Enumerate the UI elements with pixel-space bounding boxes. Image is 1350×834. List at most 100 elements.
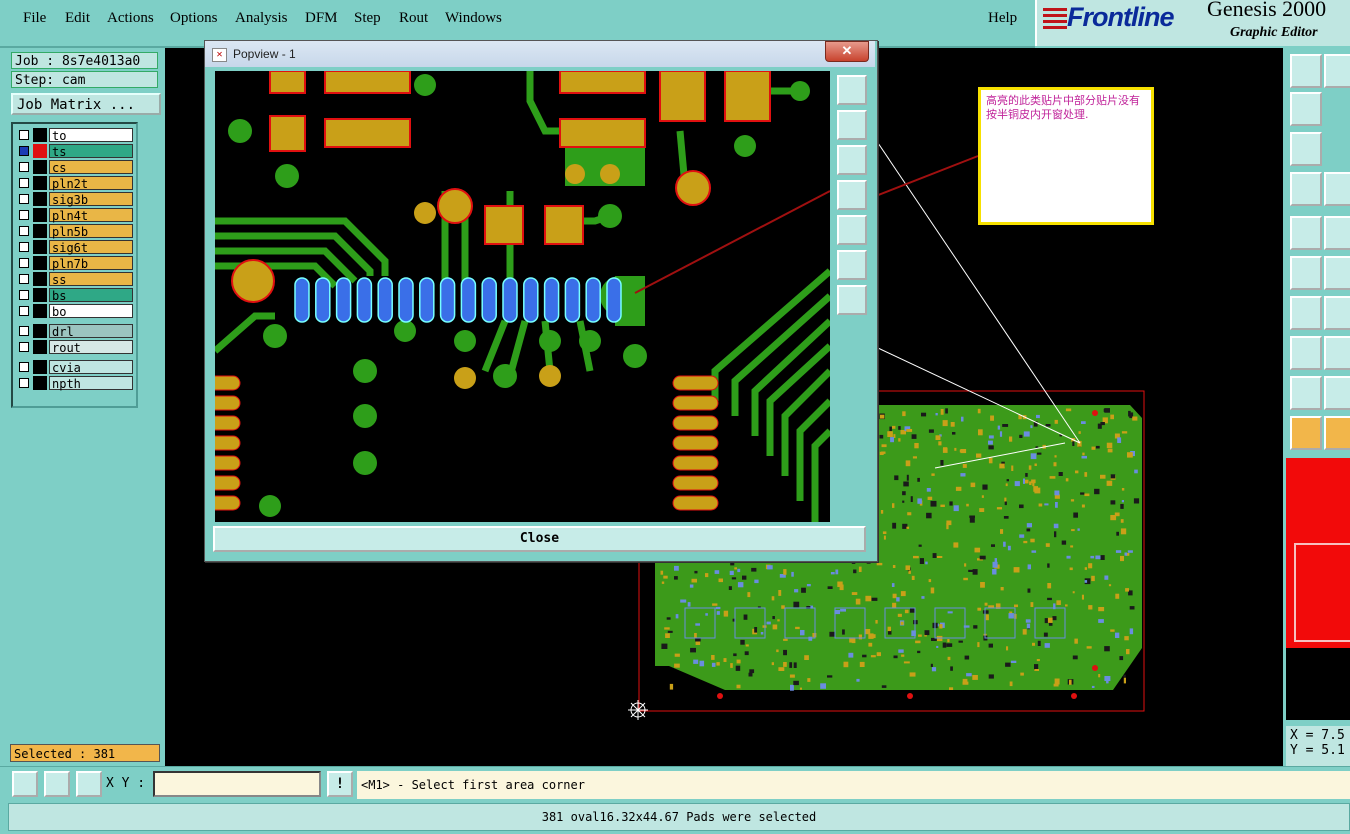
layer-row-sig3b[interactable]: sig3b <box>15 192 135 207</box>
layer-color-swatch[interactable] <box>33 128 47 142</box>
layer-name[interactable]: pln7b <box>49 256 133 271</box>
tool-line-icon[interactable] <box>1290 296 1322 330</box>
tool-grid-icon[interactable] <box>1324 172 1350 206</box>
layer-name[interactable]: npth <box>49 376 133 391</box>
layer-checkbox[interactable] <box>19 306 29 316</box>
layer-row-drl[interactable]: drl <box>15 324 135 339</box>
layer-checkbox[interactable] <box>19 242 29 252</box>
popview-pan-up-icon[interactable] <box>837 110 867 140</box>
layer-color-swatch[interactable] <box>33 160 47 174</box>
menu-dfm[interactable]: DFM <box>305 10 338 27</box>
layer-name[interactable]: ss <box>49 272 133 287</box>
layer-checkbox[interactable] <box>19 274 29 284</box>
tool-extra-3-icon[interactable] <box>1324 256 1350 290</box>
layer-color-swatch[interactable] <box>33 304 47 318</box>
layer-checkbox[interactable] <box>19 194 29 204</box>
layer-row-sig6t[interactable]: sig6t <box>15 240 135 255</box>
tool-extra-2-icon[interactable] <box>1324 216 1350 250</box>
layer-checkbox[interactable] <box>19 326 29 336</box>
layer-row-cs[interactable]: cs <box>15 160 135 175</box>
layer-color-swatch[interactable] <box>33 144 47 158</box>
tool-extra-7-icon[interactable] <box>1324 416 1350 450</box>
tool-pad-icon[interactable] <box>1290 216 1322 250</box>
layer-name[interactable]: pln2t <box>49 176 133 191</box>
layer-row-ss[interactable]: ss <box>15 272 135 287</box>
tool-snap-icon[interactable] <box>1290 172 1322 206</box>
layer-row-bo[interactable]: bo <box>15 304 135 319</box>
layer-row-cvia[interactable]: cvia <box>15 360 135 375</box>
tool-layer-up-icon[interactable] <box>1290 54 1322 88</box>
popview-close-button[interactable]: Close <box>213 526 866 552</box>
layer-name[interactable]: bo <box>49 304 133 319</box>
layer-checkbox[interactable] <box>19 226 29 236</box>
layer-checkbox[interactable] <box>19 362 29 372</box>
layer-row-rout[interactable]: rout <box>15 340 135 355</box>
layer-checkbox[interactable] <box>19 130 29 140</box>
menu-rout[interactable]: Rout <box>399 10 428 27</box>
tool-extra-1-icon[interactable] <box>1324 54 1350 88</box>
layer-checkbox[interactable] <box>19 178 29 188</box>
layer-name[interactable]: ts <box>49 144 133 159</box>
layer-name[interactable]: to <box>49 128 133 143</box>
layer-color-swatch[interactable] <box>33 288 47 302</box>
layer-checkbox[interactable] <box>19 290 29 300</box>
tool-surface-icon[interactable] <box>1290 376 1322 410</box>
layer-name[interactable]: sig6t <box>49 240 133 255</box>
menu-actions[interactable]: Actions <box>107 10 154 27</box>
layer-name[interactable]: rout <box>49 340 133 355</box>
tool-measure-icon[interactable] <box>1290 336 1322 370</box>
layer-color-swatch[interactable] <box>33 240 47 254</box>
xy-input[interactable] <box>153 771 321 797</box>
layer-color-swatch[interactable] <box>33 360 47 374</box>
tool-extra-5-icon[interactable] <box>1324 336 1350 370</box>
popview-zoom-out-icon[interactable] <box>837 285 867 315</box>
layer-color-swatch[interactable] <box>33 376 47 390</box>
popview-fit-icon[interactable] <box>837 250 867 280</box>
tool-select-arrow-icon[interactable] <box>1290 416 1322 450</box>
measure-mode-icon[interactable] <box>44 771 70 797</box>
layer-row-pln2t[interactable]: pln2t <box>15 176 135 191</box>
layer-row-pln7b[interactable]: pln7b <box>15 256 135 271</box>
popview-zoom-in-icon[interactable] <box>837 75 867 105</box>
layer-checkbox[interactable] <box>19 210 29 220</box>
popview-close-icon[interactable]: ✕ <box>825 41 869 62</box>
tool-extra-4-icon[interactable] <box>1324 296 1350 330</box>
menu-step[interactable]: Step <box>354 10 381 27</box>
layer-name[interactable]: cs <box>49 160 133 175</box>
menu-options[interactable]: Options <box>170 10 218 27</box>
layer-name[interactable]: cvia <box>49 360 133 375</box>
overview-map[interactable] <box>1286 458 1350 648</box>
tool-extra-6-icon[interactable] <box>1324 376 1350 410</box>
layer-color-swatch[interactable] <box>33 192 47 206</box>
snap-mode-icon[interactable] <box>12 771 38 797</box>
job-matrix-button[interactable]: Job Matrix ... <box>11 93 161 115</box>
layer-row-ts[interactable]: ts <box>15 144 135 159</box>
menu-windows[interactable]: Windows <box>445 10 502 27</box>
menu-help[interactable]: Help <box>988 10 1017 27</box>
layer-name[interactable]: drl <box>49 324 133 339</box>
layer-checkbox[interactable] <box>19 258 29 268</box>
layer-checkbox[interactable] <box>19 378 29 388</box>
popview-canvas[interactable] <box>215 71 830 522</box>
popview-pan-left-icon[interactable] <box>837 180 867 210</box>
tool-zoom-fit-icon[interactable] <box>1290 132 1322 166</box>
layer-color-swatch[interactable] <box>33 340 47 354</box>
layer-name[interactable]: pln5b <box>49 224 133 239</box>
layer-color-swatch[interactable] <box>33 224 47 238</box>
menu-analysis[interactable]: Analysis <box>235 10 288 27</box>
layer-row-to[interactable]: to <box>15 128 135 143</box>
layer-row-npth[interactable]: npth <box>15 376 135 391</box>
popview-pan-down-icon[interactable] <box>837 145 867 175</box>
menu-edit[interactable]: Edit <box>65 10 90 27</box>
layer-color-swatch[interactable] <box>33 324 47 338</box>
layer-color-swatch[interactable] <box>33 256 47 270</box>
layer-name[interactable]: sig3b <box>49 192 133 207</box>
layer-name[interactable]: pln4t <box>49 208 133 223</box>
menu-file[interactable]: File <box>23 10 46 27</box>
layer-row-pln4t[interactable]: pln4t <box>15 208 135 223</box>
layer-row-bs[interactable]: bs <box>15 288 135 303</box>
layer-color-swatch[interactable] <box>33 176 47 190</box>
popview-titlebar[interactable]: ✕ Popview - 1 ✕ <box>205 41 875 67</box>
layer-checkbox[interactable] <box>19 146 29 156</box>
layer-row-pln5b[interactable]: pln5b <box>15 224 135 239</box>
